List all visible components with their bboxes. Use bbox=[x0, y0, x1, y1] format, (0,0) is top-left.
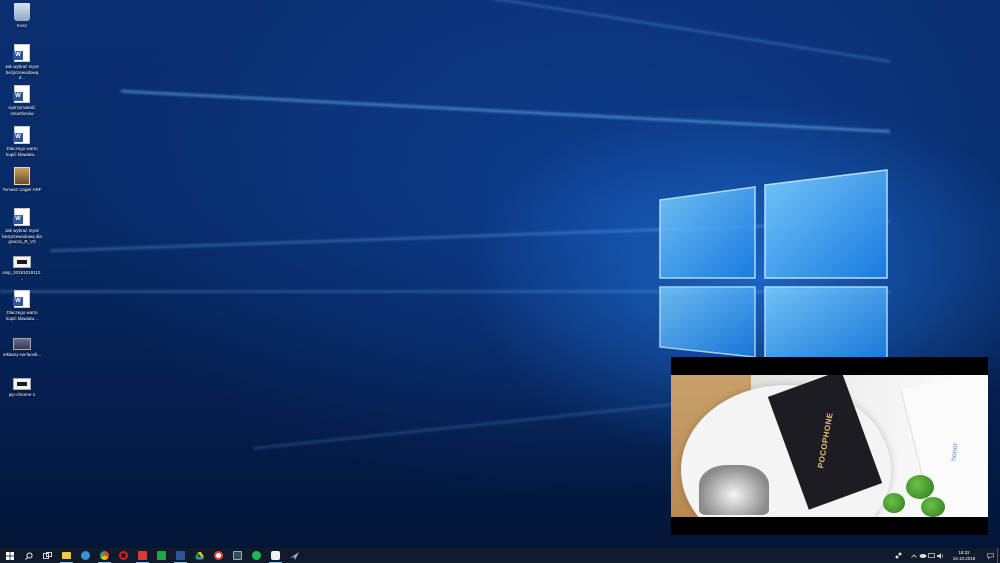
desktop-icon-label: snip_20181019112... bbox=[2, 270, 42, 281]
desktop-icon-user-folder[interactable]: Tomasz Unger ARF bbox=[2, 167, 42, 193]
desktop-icon-image[interactable]: snip_20181019112... bbox=[2, 252, 42, 281]
taskbar-app-circle[interactable] bbox=[209, 548, 228, 563]
recycle-bin-icon bbox=[14, 3, 30, 21]
image-file-icon bbox=[13, 338, 31, 350]
taskbar-app-box[interactable] bbox=[228, 548, 247, 563]
task-view-icon bbox=[43, 552, 52, 559]
taskbar-app-red[interactable] bbox=[133, 548, 152, 563]
tray-volume-button[interactable] bbox=[936, 548, 945, 563]
word-document-icon bbox=[13, 85, 30, 103]
video-leaf bbox=[906, 475, 934, 499]
light-beam bbox=[120, 89, 891, 133]
tray-cloud-button[interactable] bbox=[918, 548, 927, 563]
task-view-button[interactable] bbox=[38, 548, 57, 563]
video-honor-text: honor bbox=[950, 442, 960, 462]
desktop-icon-image[interactable]: pip-chrome-1 bbox=[2, 374, 42, 398]
taskbar-app-spotify[interactable] bbox=[247, 548, 266, 563]
chevron-up-icon bbox=[910, 553, 917, 558]
desktop-icon-label: wytrzymałość smartfonów bbox=[8, 105, 36, 116]
chrome-icon bbox=[100, 551, 109, 560]
taskbar-clock[interactable]: 18:32 19.10.2018 bbox=[949, 550, 979, 561]
edge-icon bbox=[81, 551, 90, 560]
desktop-icon-label: Jak wybrać mysz bezprzewodową d... bbox=[4, 64, 40, 80]
image-file-icon bbox=[13, 256, 31, 268]
tray-network-button[interactable] bbox=[927, 548, 936, 563]
system-tray: 18:32 19.10.2018 bbox=[894, 548, 1000, 563]
search-icon bbox=[24, 551, 33, 560]
picture-in-picture-video[interactable]: honor POCOPHONE bbox=[671, 357, 988, 535]
tray-app-icon[interactable] bbox=[894, 548, 903, 563]
word-document-icon bbox=[13, 44, 30, 62]
desktop-icon-recycle-bin[interactable]: Kosz bbox=[2, 3, 42, 29]
folder-icon bbox=[62, 552, 71, 559]
desktop-icon-label: Dlaczego warto kupić klawiatu... bbox=[6, 146, 38, 157]
bird-app-icon bbox=[290, 551, 299, 560]
green-app-icon bbox=[157, 551, 166, 560]
red-app-icon bbox=[138, 551, 147, 560]
clock-date: 19.10.2018 bbox=[952, 555, 976, 561]
taskbar: 18:32 19.10.2018 bbox=[0, 548, 1000, 563]
video-pocophone-text: POCOPHONE bbox=[815, 411, 835, 469]
show-hidden-icons-button[interactable] bbox=[909, 548, 918, 563]
windows-start-icon bbox=[5, 551, 14, 560]
network-icon bbox=[928, 552, 935, 558]
light-beam bbox=[208, 0, 891, 63]
desktop-icon-label: reklamy-na-faceb... bbox=[2, 352, 42, 357]
desktop-icon-label: Dlaczego warto kupić klawiatu... bbox=[6, 310, 38, 321]
taskbar-app-white[interactable] bbox=[266, 548, 285, 563]
user-folder-icon bbox=[14, 167, 30, 185]
taskbar-app-opera[interactable] bbox=[114, 548, 133, 563]
taskbar-app-green[interactable] bbox=[152, 548, 171, 563]
desktop-icon-document[interactable]: Dlaczego warto kupić klawiatu... bbox=[2, 126, 42, 157]
video-leaf bbox=[883, 493, 905, 513]
taskbar-app-edge[interactable] bbox=[76, 548, 95, 563]
white-app-icon bbox=[271, 551, 280, 560]
taskbar-app-word[interactable] bbox=[171, 548, 190, 563]
taskbar-app-chrome[interactable] bbox=[95, 548, 114, 563]
desktop-icon-label: Kosz bbox=[16, 23, 27, 28]
word-document-icon bbox=[13, 290, 30, 308]
volume-icon bbox=[937, 552, 944, 559]
video-frame: honor POCOPHONE bbox=[671, 375, 988, 517]
desktop-icon-document[interactable]: Dlaczego warto kupić klawiatu... bbox=[2, 290, 42, 321]
taskbar-search-button[interactable] bbox=[19, 548, 38, 563]
desktop-icon-label: Tomasz Unger ARF bbox=[2, 187, 42, 192]
word-document-icon bbox=[13, 126, 30, 144]
opera-icon bbox=[119, 551, 128, 560]
desktop-icon-image[interactable]: reklamy-na-faceb... bbox=[2, 334, 42, 358]
taskbar-app-bird[interactable] bbox=[285, 548, 304, 563]
box-app-icon bbox=[233, 551, 242, 560]
tray-network-app-icon bbox=[895, 552, 902, 559]
taskbar-app-file-explorer[interactable] bbox=[57, 548, 76, 563]
start-button[interactable] bbox=[0, 548, 19, 563]
onedrive-cloud-icon bbox=[919, 554, 926, 558]
desktop-icon-label: pip-chrome-1 bbox=[8, 392, 36, 397]
windows-logo bbox=[659, 169, 888, 365]
word-document-icon bbox=[13, 208, 30, 226]
action-center-button[interactable] bbox=[983, 548, 997, 563]
word-icon bbox=[176, 551, 185, 560]
video-crystal-ornament bbox=[699, 465, 769, 515]
drive-icon bbox=[195, 551, 204, 559]
image-file-icon bbox=[13, 378, 31, 390]
video-leaf bbox=[921, 497, 945, 517]
circle-app-icon bbox=[214, 551, 223, 560]
notification-icon bbox=[986, 552, 994, 559]
taskbar-app-drive[interactable] bbox=[190, 548, 209, 563]
desktop-icon-label: Jak wybrać mysz bezprzewodową dla gracza… bbox=[2, 228, 42, 244]
desktop-icon-document[interactable]: Jak wybrać mysz bezprzewodową d... bbox=[2, 44, 42, 81]
spotify-icon bbox=[252, 551, 261, 560]
desktop-icon-document[interactable]: Jak wybrać mysz bezprzewodową dla gracza… bbox=[2, 208, 42, 245]
desktop-icon-document[interactable]: wytrzymałość smartfonów bbox=[2, 85, 42, 116]
